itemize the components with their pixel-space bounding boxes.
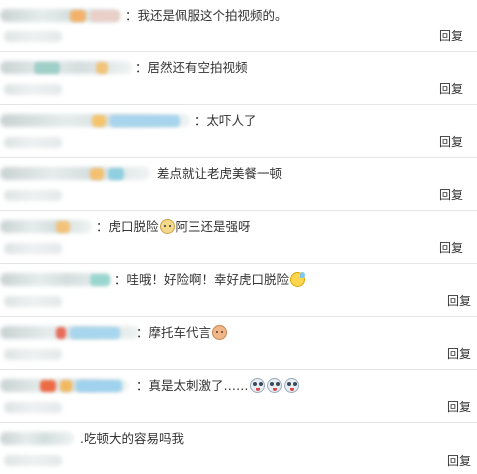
reply-button[interactable]: 回复 <box>439 240 463 256</box>
comment-line: ：太吓人了 <box>0 111 477 131</box>
badge-blurred <box>34 62 60 74</box>
username-blurred[interactable] <box>0 432 74 445</box>
comment-item: .吃顿大的容易吗我 回复 <box>0 429 477 474</box>
comment-body-after: 阿三还是强呀 <box>175 219 251 234</box>
reply-button[interactable]: 回复 <box>439 81 463 97</box>
badge-blurred <box>76 380 122 392</box>
comment-body: 居然还有空拍视频 <box>147 60 248 75</box>
timestamp-blurred <box>4 84 62 95</box>
comment-line: 差点就让老虎美餐一顿 <box>0 164 477 184</box>
comment-text: 差点就让老虎美餐一顿 <box>157 164 282 184</box>
crazy-face-icon <box>283 378 299 393</box>
comment-list: ：我还是佩服这个拍视频的。 回复 ：居然还有空拍视频 回复 ：太吓人了 回复 差… <box>0 0 477 474</box>
comment-text: ：哇哦！好险啊！幸好虎口脱险 <box>114 270 306 290</box>
comment-separator: ： <box>136 325 149 340</box>
comment-text: ：虎口脱险 阿三还是强呀 <box>96 217 251 237</box>
timestamp-blurred <box>4 190 62 201</box>
reply-button[interactable]: 回复 <box>439 28 463 44</box>
comment-body-before: 虎口脱险 <box>108 219 159 234</box>
reply-button[interactable]: 回复 <box>447 293 471 309</box>
comment-line: ：摩托车代言 <box>0 323 477 343</box>
timestamp-blurred <box>4 296 62 307</box>
comment-body: 我还是佩服这个拍视频的。 <box>137 8 288 23</box>
divider <box>0 422 477 423</box>
badge-blurred <box>56 327 66 339</box>
comment-separator: ： <box>135 60 148 75</box>
reply-button[interactable]: 回复 <box>447 453 471 469</box>
badge-blurred <box>108 168 124 180</box>
divider <box>0 51 477 52</box>
comment-separator: ： <box>114 272 127 287</box>
username-blurred[interactable] <box>0 61 132 74</box>
comment-body: 差点就让老虎美餐一顿 <box>157 166 283 181</box>
comment-text: ：居然还有空拍视频 <box>135 58 248 78</box>
badge-blurred <box>96 62 108 74</box>
tiger-face-icon <box>159 219 175 234</box>
badge-blurred <box>70 327 120 339</box>
badge-blurred <box>60 380 72 392</box>
username-blurred[interactable] <box>0 167 150 180</box>
reply-button[interactable]: 回复 <box>447 346 471 362</box>
comment-line: ：虎口脱险 阿三还是强呀 <box>0 217 477 237</box>
divider <box>0 210 477 211</box>
comment-text: .吃顿大的容易吗我 <box>80 429 184 449</box>
comment-line: ：居然还有空拍视频 <box>0 58 477 78</box>
comment-item: 差点就让老虎美餐一顿 回复 <box>0 164 477 210</box>
comment-text: ：摩托车代言 <box>136 323 228 343</box>
comment-text: ：太吓人了 <box>194 111 257 131</box>
comment-separator: ： <box>96 219 109 234</box>
badge-blurred <box>56 221 70 233</box>
timestamp-blurred <box>4 137 62 148</box>
comment-item: ：摩托车代言 回复 <box>0 323 477 369</box>
badge-blurred <box>110 115 180 127</box>
divider <box>0 316 477 317</box>
reply-button[interactable]: 回复 <box>447 399 471 415</box>
comment-line: ：哇哦！好险啊！幸好虎口脱险 <box>0 270 477 290</box>
reply-button[interactable]: 回复 <box>439 134 463 150</box>
username-blurred[interactable] <box>0 220 92 233</box>
sweat-face-icon <box>290 272 306 287</box>
timestamp-blurred <box>4 31 62 42</box>
crazy-face-icon <box>249 378 265 393</box>
comment-line: ：真是太刺激了…… <box>0 376 477 396</box>
comment-body: 摩托车代言 <box>148 325 212 340</box>
crazy-face-icon <box>266 378 282 393</box>
divider <box>0 157 477 158</box>
timestamp-blurred <box>4 243 62 254</box>
comment-separator: ： <box>194 113 207 128</box>
badge-blurred <box>40 380 56 392</box>
badge-blurred <box>92 115 106 127</box>
comment-item: ：真是太刺激了…… 回复 <box>0 376 477 422</box>
divider <box>0 263 477 264</box>
comment-item: ：我还是佩服这个拍视频的。 回复 <box>0 6 477 52</box>
divider <box>0 104 477 105</box>
timestamp-blurred <box>4 349 62 360</box>
timestamp-blurred <box>4 402 62 413</box>
shy-face-icon <box>212 325 228 340</box>
comment-text: ：我还是佩服这个拍视频的。 <box>125 6 288 26</box>
badge-blurred <box>90 10 120 22</box>
comment-separator: ： <box>136 378 149 393</box>
badge-blurred <box>70 10 86 22</box>
reply-button[interactable]: 回复 <box>439 187 463 203</box>
comment-body: 哇哦！好险啊！幸好虎口脱险 <box>126 272 290 287</box>
comment-line: ：我还是佩服这个拍视频的。 <box>0 6 477 26</box>
timestamp-blurred <box>4 455 62 466</box>
comment-line: .吃顿大的容易吗我 <box>0 429 477 449</box>
badge-blurred <box>90 168 104 180</box>
comment-body: 真是太刺激了…… <box>148 378 249 393</box>
badge-blurred <box>90 274 110 286</box>
comment-item: ：哇哦！好险啊！幸好虎口脱险 回复 <box>0 270 477 316</box>
divider <box>0 369 477 370</box>
comment-item: ：太吓人了 回复 <box>0 111 477 157</box>
comment-separator: ： <box>125 8 138 23</box>
comment-item: ：居然还有空拍视频 回复 <box>0 58 477 104</box>
comment-body: 吃顿大的容易吗我 <box>83 431 184 446</box>
comment-text: ：真是太刺激了…… <box>136 376 300 396</box>
comment-body: 太吓人了 <box>206 113 257 128</box>
comment-item: ：虎口脱险 阿三还是强呀 回复 <box>0 217 477 263</box>
